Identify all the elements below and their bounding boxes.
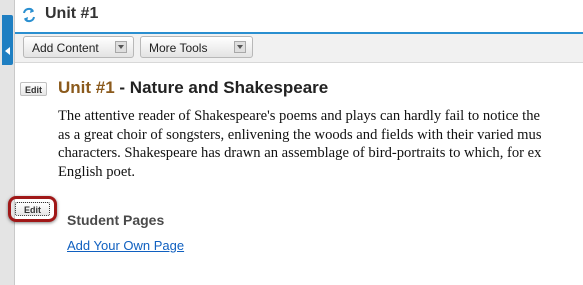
edit-unit-button[interactable]: Edit (20, 82, 47, 96)
add-content-label: Add Content (32, 41, 99, 55)
collapse-arrow-icon (5, 47, 10, 55)
student-pages-heading: Student Pages (67, 212, 165, 228)
unit-title: - Nature and Shakespeare (114, 78, 329, 97)
add-your-own-page-link[interactable]: Add Your Own Page (67, 238, 184, 253)
more-tools-label: More Tools (149, 41, 208, 55)
page-header: Unit #1 (15, 0, 583, 34)
unit-heading: Unit #1 - Nature and Shakespeare (58, 78, 328, 98)
intro-line: The attentive reader of Shakespeare's po… (58, 108, 541, 124)
more-tools-button[interactable]: More Tools (140, 36, 253, 58)
intro-line: as a great choir of songsters, enlivenin… (58, 126, 542, 143)
left-sidebar-rail (0, 0, 15, 285)
toolbar: Add Content More Tools (15, 34, 583, 63)
dropdown-arrow-icon (115, 41, 127, 53)
unit-number: Unit #1 (58, 78, 115, 97)
edit-student-pages-button[interactable]: Edit (15, 202, 50, 216)
unit-intro-text: The attentive reader of Shakespeare's po… (58, 107, 583, 181)
add-content-button[interactable]: Add Content (23, 36, 134, 58)
refresh-icon[interactable] (21, 7, 37, 23)
intro-line: English poet. (58, 163, 136, 180)
intro-line: characters. Shakespeare has drawn an ass… (58, 145, 542, 161)
page-title: Unit #1 (45, 5, 99, 22)
sidebar-toggle-tab[interactable] (2, 15, 13, 65)
dropdown-arrow-icon (234, 41, 246, 53)
